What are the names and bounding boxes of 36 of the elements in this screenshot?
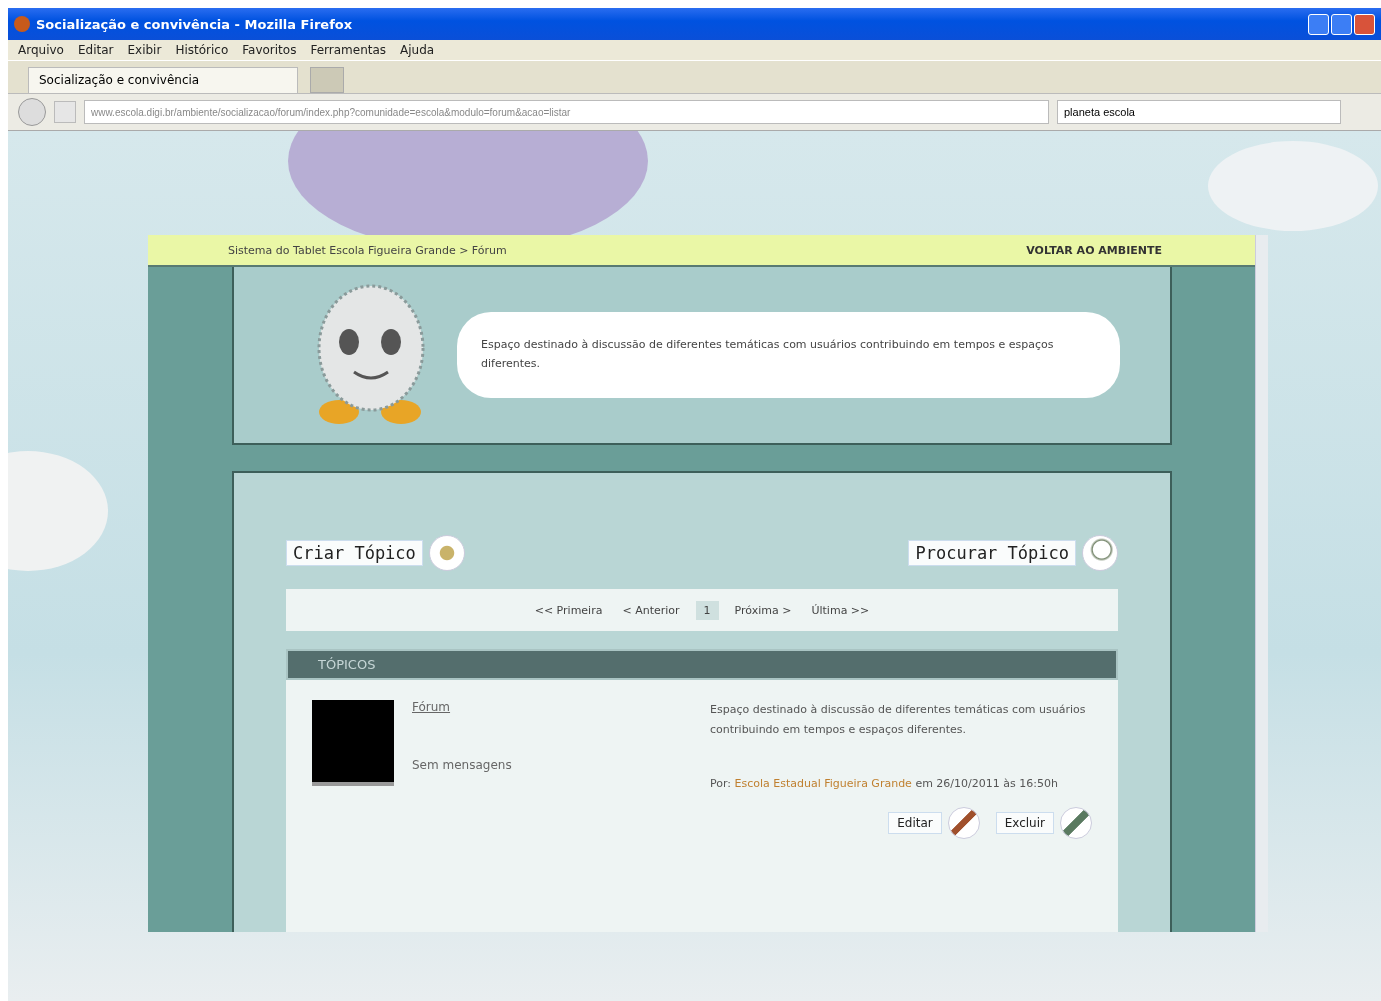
menu-item[interactable]: Histórico (175, 43, 229, 57)
message-count: Sem mensagens (412, 758, 513, 772)
search-icon[interactable] (1082, 535, 1118, 571)
menu-item[interactable]: Editar (77, 43, 114, 57)
menu-item[interactable]: Favoritos (242, 43, 297, 57)
maximize-button[interactable] (1331, 13, 1352, 35)
menu-item[interactable]: Ferramentas (310, 43, 387, 57)
address-field[interactable]: www.escola.digi.br/ambiente/socializacao/forum/index.php?comunidade=escola&modulo=forum&acao=listar (84, 100, 1049, 124)
topic-description: Espaço destinado à discussão de diferentes temáticas com usuários contribuindo em tempos e espaços diferentes. (710, 702, 1087, 738)
browser-icon (14, 16, 30, 32)
window-title: Socialização e convivência - Mozilla Firefox (36, 16, 354, 32)
back-button[interactable] (18, 98, 46, 126)
create-topic-button[interactable]: Criar Tópico (286, 540, 423, 566)
close-button[interactable] (1354, 13, 1375, 35)
table-header: TÓPICOS (286, 649, 1118, 680)
scrollbar[interactable] (1255, 235, 1268, 932)
find-topic-button[interactable]: Procurar Tópico (908, 540, 1076, 566)
browser-tab[interactable]: Socialização e convivência (28, 67, 298, 93)
edit-button[interactable]: Editar (888, 812, 942, 835)
page-link[interactable]: < Anterior (618, 600, 684, 620)
menu-item[interactable]: Arquivo (18, 43, 64, 57)
menu-item[interactable]: Exibir (127, 43, 162, 57)
forward-button[interactable] (54, 101, 76, 123)
minimize-button[interactable] (1308, 13, 1329, 35)
page-link[interactable]: Próxima > (730, 600, 796, 620)
page-link[interactable]: << Primeira (530, 600, 607, 620)
post-info: Por: Escola Estadual Figueira Grande em 26/10/2011 às 16:50h (710, 775, 1059, 792)
breadcrumb: Sistema do Tablet Escola Figueira Grande > Fórum (228, 243, 507, 257)
menu-item[interactable]: Ajuda (400, 43, 435, 57)
exit-link[interactable]: VOLTAR AO AMBIENTE (1026, 243, 1162, 257)
search-field[interactable]: planeta escola (1057, 100, 1341, 124)
page-link[interactable]: Última >> (807, 600, 874, 620)
topic-link[interactable]: Fórum (412, 700, 672, 714)
delete-button[interactable]: Excluir (995, 812, 1054, 835)
speech-bubble: Espaço destinado à discussão de diferentes temáticas com usuários contribuindo em tempos e espaços diferentes. (457, 312, 1120, 398)
page-link[interactable]: 1 (695, 600, 719, 620)
